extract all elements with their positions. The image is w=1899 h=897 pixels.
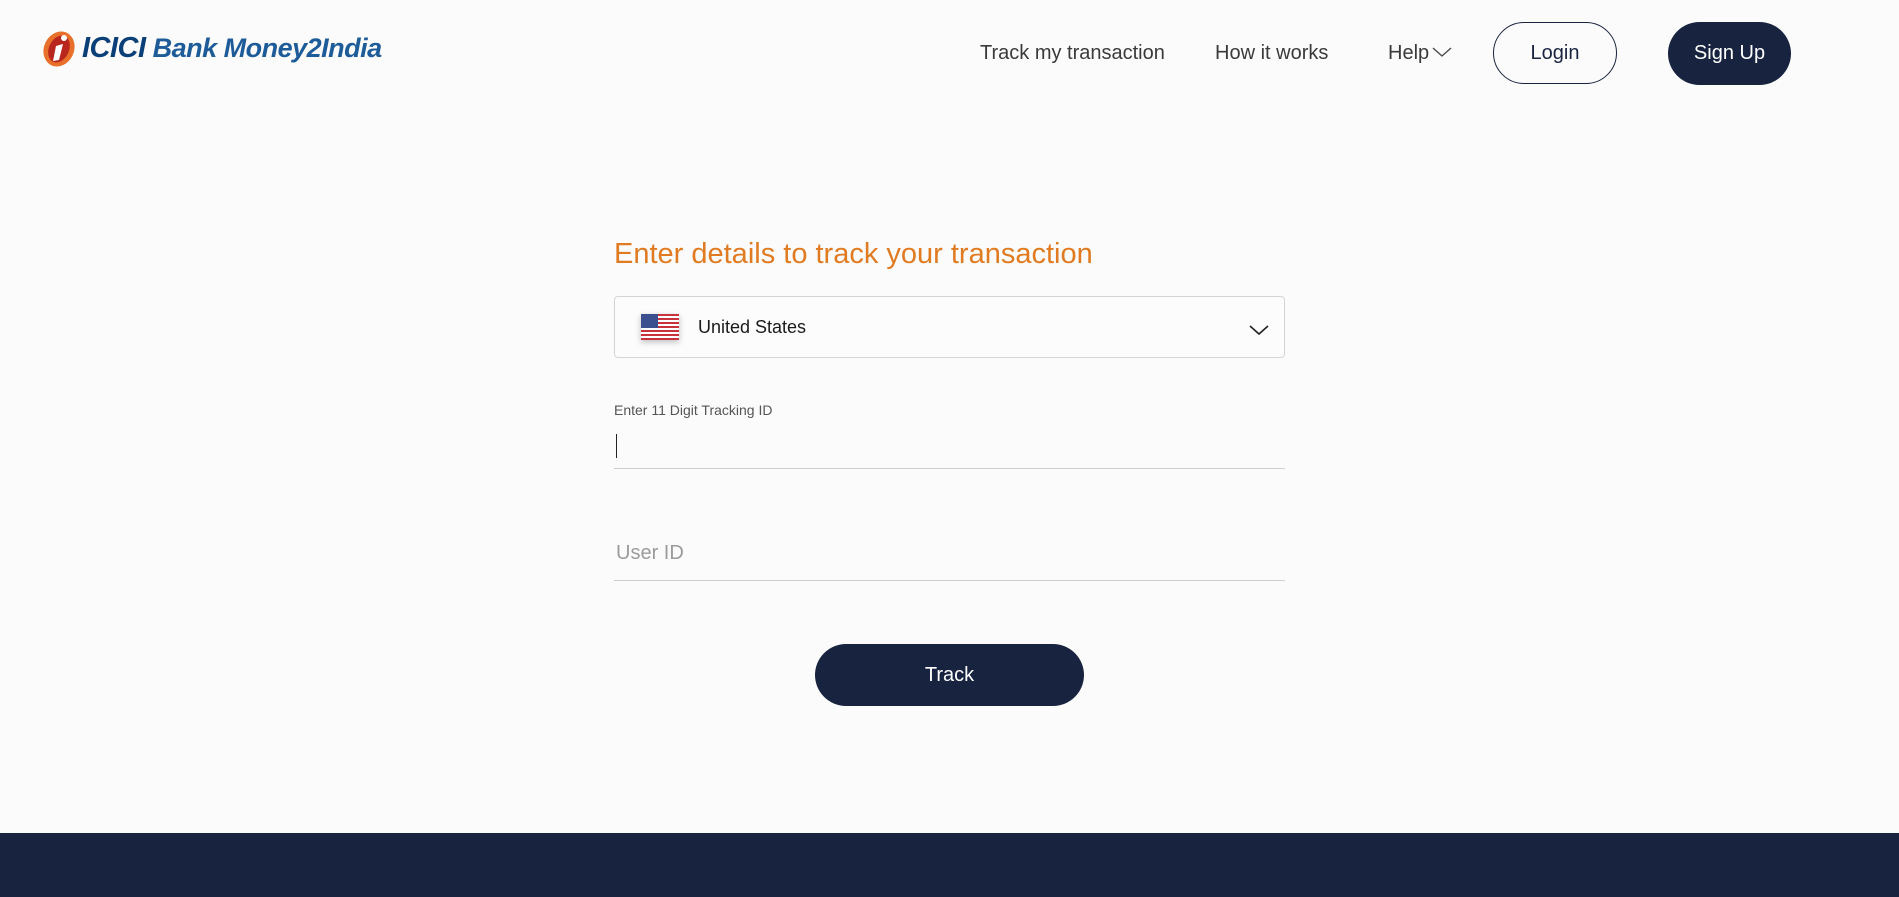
nav-how-it-works[interactable]: How it works bbox=[1215, 42, 1328, 65]
chevron-down-icon bbox=[1248, 323, 1270, 342]
nav-help-label: Help bbox=[1388, 42, 1430, 64]
selected-country: United States bbox=[698, 317, 807, 337]
user-id-input[interactable] bbox=[614, 541, 1289, 566]
tracking-id-input[interactable] bbox=[614, 426, 1285, 469]
signup-button[interactable]: Sign Up bbox=[1668, 22, 1791, 85]
us-flag-icon bbox=[641, 314, 679, 340]
site-header: ICICI Bank Money2India Track my transact… bbox=[0, 0, 1899, 108]
form-title: Enter details to track your transaction bbox=[614, 238, 1093, 270]
user-id-field-wrap bbox=[614, 533, 1289, 581]
main-nav: Track my transaction How it works Help L… bbox=[0, 22, 1899, 86]
track-transaction-form: Enter details to track your transaction … bbox=[614, 230, 1289, 706]
text-caret bbox=[616, 434, 617, 458]
login-button[interactable]: Login bbox=[1493, 22, 1617, 84]
tracking-id-label: Enter 11 Digit Tracking ID bbox=[614, 402, 773, 418]
track-button[interactable]: Track bbox=[815, 644, 1084, 706]
nav-help[interactable]: Help bbox=[1388, 42, 1453, 65]
chevron-down-icon bbox=[1429, 42, 1453, 65]
site-footer bbox=[0, 833, 1899, 897]
country-select[interactable]: United States bbox=[614, 296, 1285, 358]
nav-track-transaction[interactable]: Track my transaction bbox=[980, 42, 1165, 65]
